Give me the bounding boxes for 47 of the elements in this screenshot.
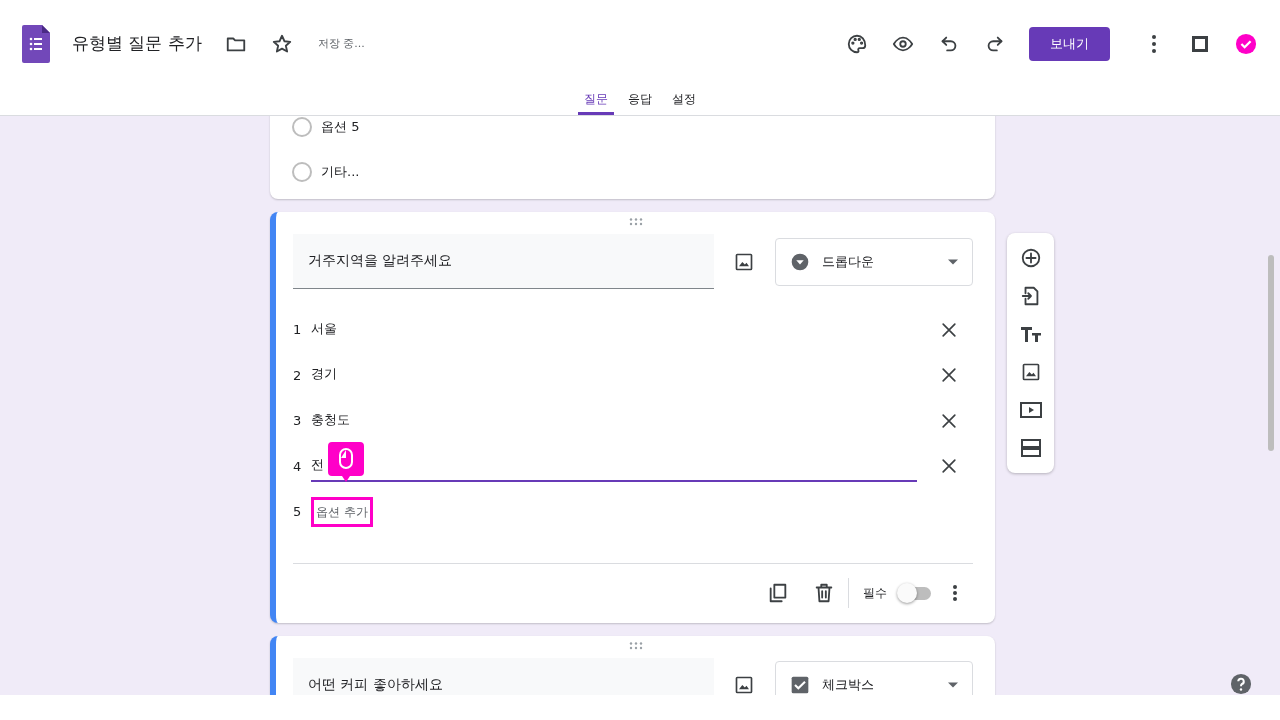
question-title-field[interactable]: 어떤 커피 좋아하세요 [293, 657, 714, 695]
radio-button[interactable] [292, 162, 312, 182]
caret-icon [948, 258, 958, 265]
send-button[interactable]: 보내기 [1029, 26, 1110, 61]
option-number: 2 [293, 367, 303, 383]
more-icon [952, 584, 958, 602]
help-icon[interactable] [1230, 673, 1252, 695]
square-icon [1192, 35, 1208, 52]
option-number: 5 [293, 504, 303, 520]
video-icon [1019, 401, 1042, 419]
option-number: 1 [293, 322, 303, 338]
option-number: 3 [293, 413, 303, 429]
avatar-badge-icon [1235, 32, 1257, 55]
checkbox-icon [790, 675, 810, 695]
caret-icon [948, 682, 958, 688]
text-size-icon [1019, 325, 1042, 343]
radio-button[interactable] [292, 117, 312, 137]
mouse-click-badge-icon [328, 441, 364, 484]
question-type-select[interactable]: 드롭다운 [775, 237, 973, 286]
question-title-field[interactable]: 거주지역을 알려주세요 [293, 234, 714, 289]
tab[interactable]: 응답 [622, 87, 658, 115]
option-field[interactable]: 충청도 [311, 404, 917, 437]
question-type-select[interactable]: 체크박스 [775, 661, 973, 695]
add-circle-icon [1019, 247, 1042, 269]
required-toggle[interactable] [897, 582, 933, 604]
more-icon [1151, 33, 1157, 54]
add-section-button[interactable] [1018, 436, 1043, 460]
save-status: 저장 중... [317, 36, 365, 52]
drag-handle-icon[interactable] [628, 218, 643, 226]
option-field[interactable]: 경기 [311, 359, 917, 392]
option-number: 4 [293, 458, 303, 474]
add-option-field[interactable]: 옵션 추가 [311, 496, 373, 527]
account-avatar[interactable] [1234, 31, 1258, 56]
form-title[interactable]: 유형별 질문 추가 [72, 32, 202, 56]
section-icon [1020, 438, 1041, 458]
forms-logo-icon[interactable] [22, 24, 50, 63]
palette-icon [846, 32, 868, 55]
tab[interactable]: 설정 [666, 87, 702, 115]
copy-icon [767, 582, 789, 604]
drag-handle-icon[interactable] [628, 641, 643, 650]
dropdown-circle-icon [790, 251, 810, 272]
trash-icon [813, 582, 835, 604]
option-label: 기타... [321, 163, 360, 181]
option-field[interactable]: 서울 [311, 313, 917, 346]
star-icon [270, 32, 293, 55]
required-label: 필수 [863, 584, 887, 602]
option-label: 옵션 5 [321, 118, 360, 136]
